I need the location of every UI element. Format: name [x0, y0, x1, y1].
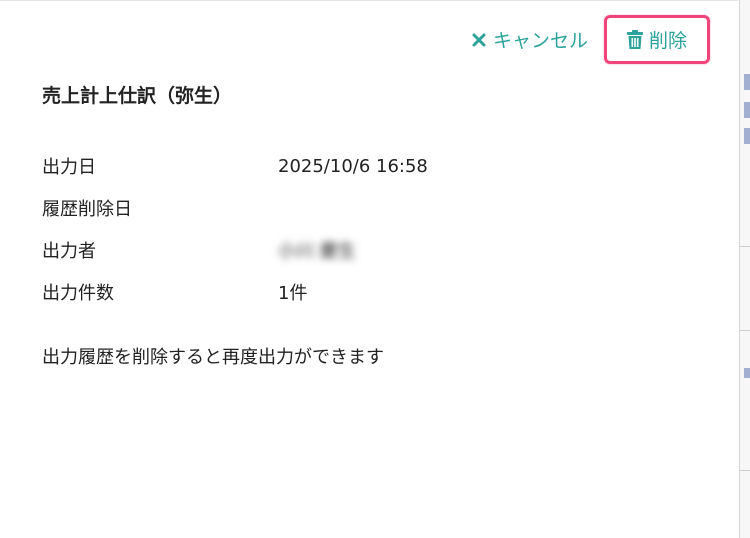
- detail-row-export-date: 出力日 2025/10/6 16:58: [42, 145, 428, 187]
- delete-note: 出力履歴を削除すると再度出力ができます: [42, 347, 384, 368]
- action-bar: キャンセル 削除: [457, 15, 710, 64]
- trash-icon: [625, 29, 645, 50]
- cancel-label: キャンセル: [492, 30, 588, 52]
- export-history-detail-panel: キャンセル 削除 売上計上仕訳（弥生） 出力日 2025/10/6 16:58 …: [0, 0, 738, 538]
- detail-value: 2025/10/6 16:58: [278, 155, 428, 177]
- detail-label: 出力件数: [42, 283, 114, 304]
- close-icon: [469, 30, 489, 50]
- background-window-edge: [739, 0, 750, 538]
- detail-label: 履歴削除日: [42, 199, 132, 220]
- delete-button[interactable]: 削除: [603, 15, 710, 64]
- exporter-name-redacted: 小川 慶生: [278, 241, 356, 262]
- cancel-button[interactable]: キャンセル: [457, 16, 600, 63]
- detail-label: 出力者: [42, 241, 96, 262]
- detail-list: 出力日 2025/10/6 16:58 履歴削除日 出力者 小川 慶生 出力件数…: [42, 145, 428, 313]
- detail-label: 出力日: [42, 157, 96, 178]
- delete-label: 削除: [648, 30, 687, 52]
- detail-row-export-count: 出力件数 1件: [42, 271, 428, 313]
- page: キャンセル 削除 売上計上仕訳（弥生） 出力日 2025/10/6 16:58 …: [0, 0, 750, 538]
- detail-value: 1件: [278, 283, 308, 304]
- detail-row-exported-by: 出力者 小川 慶生: [42, 229, 428, 271]
- detail-row-deletion-date: 履歴削除日: [42, 187, 428, 229]
- panel-title: 売上計上仕訳（弥生）: [42, 85, 233, 107]
